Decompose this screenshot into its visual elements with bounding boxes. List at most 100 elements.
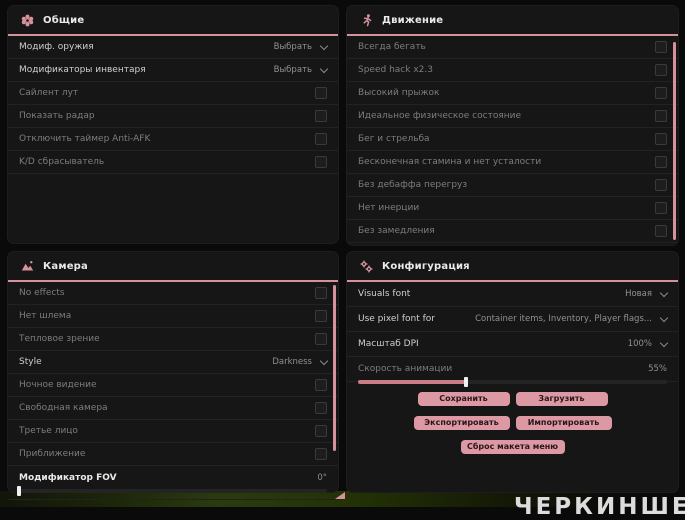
- checkbox[interactable]: [315, 425, 327, 437]
- row-visuals-font[interactable]: Visuals font Новая: [347, 282, 678, 307]
- row-label: Нет шлема: [19, 311, 72, 321]
- checkbox[interactable]: [315, 310, 327, 322]
- checkbox[interactable]: [655, 41, 667, 53]
- resize-handle-icon[interactable]: [335, 492, 345, 499]
- row-label: Отключить таймер Anti-AFK: [19, 134, 151, 144]
- dropdown-value: 100%: [627, 339, 652, 349]
- row-silent-loot[interactable]: Сайлент лут: [8, 82, 338, 105]
- row-show-radar[interactable]: Показать радар: [8, 105, 338, 128]
- row-perfect-physical-state[interactable]: Идеальное физическое состояние: [347, 105, 678, 128]
- dropdown-visuals-font[interactable]: Новая: [625, 288, 669, 299]
- checkbox[interactable]: [315, 448, 327, 460]
- dropdown-value: Выбрать: [273, 65, 312, 75]
- checkbox[interactable]: [315, 156, 327, 168]
- slider-track[interactable]: [17, 486, 327, 496]
- checkbox[interactable]: [655, 225, 667, 237]
- chevron-down-icon: [659, 338, 669, 347]
- dropdown-inventory-mods[interactable]: Выбрать: [273, 64, 329, 75]
- runner-icon: [360, 13, 373, 27]
- row-high-jump[interactable]: Высокий прыжок: [347, 82, 678, 105]
- location-label: ЧЕРКИНШЕ: [514, 494, 685, 520]
- checkbox[interactable]: [655, 202, 667, 214]
- panel-movement: Движение Всегда бегать Speed hack x2.3 Выс…: [347, 6, 678, 245]
- panel-config: Конфигурация Visuals font Новая Use pixel …: [347, 252, 678, 492]
- dropdown-weapon-mod[interactable]: Выбрать: [273, 41, 329, 52]
- chevron-down-icon: [319, 64, 329, 73]
- row-infinite-stamina[interactable]: Бесконечная стамина и нет усталости: [347, 151, 678, 174]
- row-label: Свободная камера: [19, 403, 108, 413]
- dropdown-value: Container items, Inventory, Player flags…: [475, 314, 652, 324]
- row-label: Ночное видение: [19, 380, 97, 390]
- camera-scrollbar[interactable]: [333, 285, 336, 451]
- export-button[interactable]: Экспортировать: [413, 416, 510, 430]
- chevron-down-icon: [659, 313, 669, 322]
- panel-movement-header: Движение: [347, 6, 678, 36]
- row-pixel-font-for[interactable]: Use pixel font for Container items, Inven…: [347, 307, 678, 332]
- row-label: Модификатор FOV: [19, 473, 117, 483]
- dropdown-value: Darkness: [272, 357, 312, 367]
- row-weapon-mod[interactable]: Модиф. оружия Выбрать: [8, 36, 338, 59]
- row-label: Третье лицо: [19, 426, 78, 436]
- row-free-camera[interactable]: Свободная камера: [8, 397, 338, 420]
- row-style[interactable]: Style Darkness: [8, 351, 338, 374]
- checkbox[interactable]: [655, 179, 667, 191]
- row-always-run[interactable]: Всегда бегать: [347, 36, 678, 59]
- checkbox[interactable]: [315, 287, 327, 299]
- row-speed-hack[interactable]: Speed hack x2.3: [347, 59, 678, 82]
- row-label: Speed hack x2.3: [358, 65, 433, 75]
- checkbox[interactable]: [655, 87, 667, 99]
- dropdown-pixel-font-for[interactable]: Container items, Inventory, Player flags…: [475, 313, 669, 324]
- checkbox[interactable]: [315, 402, 327, 414]
- checkbox[interactable]: [315, 333, 327, 345]
- row-animation-speed[interactable]: Скорость анимации 55%: [347, 357, 678, 387]
- dropdown-value: Выбрать: [273, 42, 312, 52]
- checkbox[interactable]: [655, 110, 667, 122]
- row-thermal-vision[interactable]: Тепловое зрение: [8, 328, 338, 351]
- row-label: Тепловое зрение: [19, 334, 100, 344]
- row-kd-resetter[interactable]: K/D сбрасыватель: [8, 151, 338, 174]
- slider-track[interactable]: [358, 377, 667, 387]
- row-zoom[interactable]: Приближение: [8, 443, 338, 466]
- checkbox[interactable]: [315, 87, 327, 99]
- checkbox[interactable]: [655, 133, 667, 145]
- checkbox[interactable]: [655, 156, 667, 168]
- row-third-person[interactable]: Третье лицо: [8, 420, 338, 443]
- row-no-effects[interactable]: No effects: [8, 282, 338, 305]
- save-button[interactable]: Сохранить: [417, 392, 510, 406]
- dropdown-style[interactable]: Darkness: [272, 356, 329, 367]
- panel-config-header: Конфигурация: [347, 252, 678, 282]
- chevron-down-icon: [319, 41, 329, 50]
- row-label: Скорость анимации: [358, 364, 453, 374]
- load-button[interactable]: Загрузить: [515, 392, 608, 406]
- row-no-overload-debuff[interactable]: Без дебаффа перегруз: [347, 174, 678, 197]
- row-anti-afk-timer[interactable]: Отключить таймер Anti-AFK: [8, 128, 338, 151]
- row-run-and-shoot[interactable]: Бег и стрельба: [347, 128, 678, 151]
- row-label: Модификаторы инвентаря: [19, 65, 146, 75]
- movement-scrollbar[interactable]: [673, 42, 676, 240]
- row-label: Нет инерции: [358, 203, 420, 213]
- chevron-down-icon: [659, 288, 669, 297]
- slider-value: 55%: [648, 364, 667, 374]
- slider-handle[interactable]: [464, 377, 469, 387]
- row-no-helmet[interactable]: Нет шлема: [8, 305, 338, 328]
- row-inventory-mods[interactable]: Модификаторы инвентаря Выбрать: [8, 59, 338, 82]
- row-label: Бесконечная стамина и нет усталости: [358, 157, 542, 167]
- checkbox[interactable]: [315, 379, 327, 391]
- checkbox[interactable]: [315, 110, 327, 122]
- checkbox[interactable]: [315, 133, 327, 145]
- flower-gear-icon: [21, 14, 34, 27]
- row-fov-modifier[interactable]: Модификатор FOV 0°: [8, 466, 338, 500]
- row-label: Use pixel font for: [358, 314, 435, 324]
- import-button[interactable]: Импортировать: [515, 416, 612, 430]
- row-no-inertia[interactable]: Нет инерции: [347, 197, 678, 220]
- row-no-slowdown[interactable]: Без замедления: [347, 220, 678, 243]
- panel-title: Камера: [43, 260, 88, 272]
- reset-menu-layout-button[interactable]: Сброс макета меню: [460, 440, 565, 454]
- dropdown-dpi-scale[interactable]: 100%: [627, 338, 669, 349]
- row-label: Масштаб DPI: [358, 339, 419, 349]
- slider-handle[interactable]: [17, 486, 21, 496]
- row-dpi-scale[interactable]: Масштаб DPI 100%: [347, 332, 678, 357]
- row-night-vision[interactable]: Ночное видение: [8, 374, 338, 397]
- row-label: Всегда бегать: [358, 42, 426, 52]
- checkbox[interactable]: [655, 64, 667, 76]
